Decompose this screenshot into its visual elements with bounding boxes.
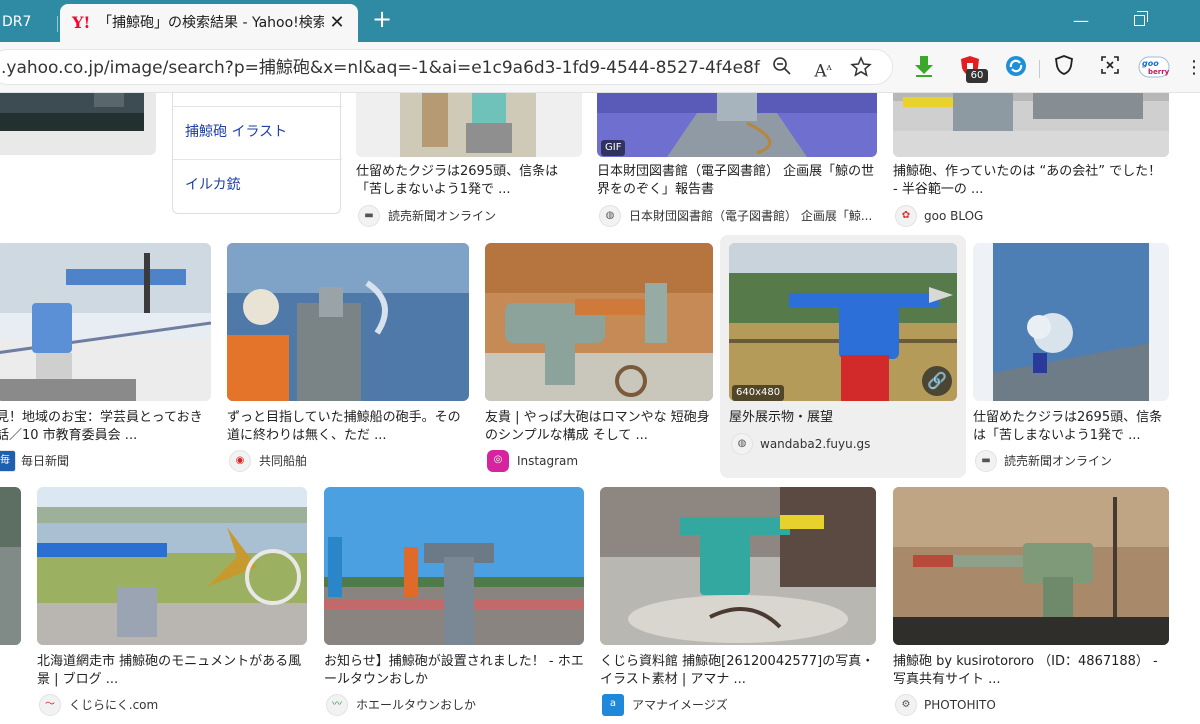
tab-strip: DR7 Y! 「捕鯨砲」の検索結果 - Yahoo!検索 ✕ + —	[0, 0, 1200, 42]
result-caption[interactable]: ずっと目指していた捕鯨船の砲手。その道に終わりは無く、ただ ...	[227, 409, 469, 445]
result-source[interactable]: アマナイメージズ	[632, 695, 868, 715]
related-searches-panel: 捕鯨砲 イラスト イルカ銃	[172, 93, 342, 214]
result-image-harpoon-statue[interactable]	[356, 93, 582, 157]
result-source[interactable]: 共同船舶	[259, 451, 459, 471]
result-source[interactable]: goo BLOG	[924, 206, 1164, 226]
result-image-partial-left[interactable]	[0, 487, 21, 645]
globe-icon: ◍	[731, 433, 753, 455]
screenshot-icon[interactable]	[1096, 54, 1124, 82]
result-caption[interactable]: 見！地域のお宝：学芸員とっておき話／10 市教育委員会 ...	[0, 409, 211, 445]
result-source[interactable]: Instagram	[517, 451, 707, 471]
address-bar[interactable]: .yahoo.co.jp/image/search?p=捕鯨砲&x=nl&aq=…	[0, 49, 893, 85]
close-tab-icon[interactable]: ✕	[326, 12, 348, 34]
result-caption[interactable]: 屋外展示物・展望	[729, 409, 957, 427]
minimize-button[interactable]: —	[1058, 4, 1104, 38]
sync-extension-icon[interactable]	[1002, 54, 1030, 82]
new-tab-button[interactable]: +	[368, 6, 396, 34]
whaletown-icon: 〰	[326, 694, 348, 716]
result-image-ship-partial[interactable]	[0, 93, 156, 155]
url-text[interactable]: .yahoo.co.jp/image/search?p=捕鯨砲&x=nl&aq=…	[1, 57, 761, 79]
yomiuri-icon: ▬	[358, 205, 380, 227]
zoom-icon[interactable]	[770, 56, 794, 80]
result-caption[interactable]: 仕留めたクジラは2695頭、信条は「苦しまないよう1発で ...	[356, 163, 582, 199]
svg-text:berry: berry	[1148, 68, 1170, 76]
result-caption[interactable]: 日本財団図書館（電子図書館） 企画展「鯨の世界をのぞく」報告書	[597, 163, 877, 199]
result-source[interactable]: ホエールタウンおしか	[356, 695, 576, 715]
photohito-icon: ⚙	[895, 694, 917, 716]
result-image-museum-gif[interactable]	[597, 93, 877, 157]
amana-icon: a	[602, 694, 624, 716]
related-divider	[173, 159, 342, 160]
yahoo-favicon-icon: Y!	[72, 13, 91, 32]
gif-badge: GIF	[601, 140, 626, 156]
result-source[interactable]: 毎日新聞	[21, 451, 201, 471]
result-caption[interactable]: お知らせ】捕鯨砲が設置されました！ - ホエールタウンおしか	[324, 653, 584, 689]
result-source[interactable]: PHOTOHITO	[924, 695, 1164, 715]
kyodo-senpaku-icon: ◉	[229, 450, 251, 472]
result-image-kushiro-harpoon[interactable]	[893, 487, 1169, 645]
result-image-gunner-sea[interactable]	[227, 243, 469, 401]
result-caption[interactable]: 捕鯨砲 by kusirotororo （ID：4867188） - 写真共有サ…	[893, 653, 1169, 689]
result-source[interactable]: 読売新聞オンライン	[388, 206, 578, 226]
goo-blog-icon: ✿	[895, 205, 917, 227]
read-aloud-icon[interactable]: Aʌ	[811, 56, 835, 82]
extension-count-badge: 60	[966, 69, 988, 83]
result-caption[interactable]: 友貴 | やっぱ大砲はロマンやな 短砲身のシンプルな構成 そして ...	[485, 409, 713, 445]
tab-title: 「捕鯨砲」の検索結果 - Yahoo!検索	[98, 15, 324, 31]
tab-previous[interactable]: DR7	[0, 6, 58, 42]
result-image-abashiri-monument[interactable]	[37, 487, 307, 645]
result-caption[interactable]: 捕鯨砲、作っていたのは “あの会社” でした！ - 半谷範一の ...	[893, 163, 1169, 199]
mainichi-icon: 毎	[0, 450, 16, 472]
tab-active[interactable]: Y! 「捕鯨砲」の検索結果 - Yahoo!検索 ✕	[60, 4, 358, 42]
result-image-ship-firing[interactable]	[973, 243, 1169, 401]
favorite-star-icon[interactable]	[849, 56, 873, 80]
instagram-icon: ◎	[487, 450, 509, 472]
result-image-harpoon-indoor[interactable]	[893, 93, 1169, 157]
svg-text:goo: goo	[1142, 59, 1159, 68]
more-menu-icon[interactable]: ⋮	[1180, 54, 1200, 82]
related-link-illust[interactable]: 捕鯨砲 イラスト	[185, 112, 335, 152]
download-arrow-icon[interactable]	[910, 54, 938, 82]
result-image-green-cannon-indoor[interactable]	[485, 243, 713, 401]
result-caption[interactable]: くじら資料館 捕鯨砲[26120042577]の写真・イラスト素材 | アマナ …	[600, 653, 876, 689]
result-source[interactable]: 読売新聞オンライン	[1004, 451, 1174, 471]
result-caption[interactable]: 北海道網走市 捕鯨砲のモニュメントがある風景 | ブログ ...	[37, 653, 307, 689]
goo-berry-icon[interactable]: goo berry	[1138, 54, 1170, 82]
yomiuri-icon: ▬	[975, 450, 997, 472]
shield-icon[interactable]	[1050, 54, 1078, 82]
toolbar-divider	[1039, 60, 1040, 78]
link-icon[interactable]: 🔗	[922, 366, 952, 396]
result-caption[interactable]: 仕留めたクジラは2695頭、信条は「苦しまないよう1発で ...	[973, 409, 1169, 445]
browser-toolbar: .yahoo.co.jp/image/search?p=捕鯨砲&x=nl&aq=…	[0, 42, 1200, 93]
restore-button[interactable]	[1116, 4, 1162, 38]
result-source[interactable]: wandaba2.fuyu.gs	[760, 434, 950, 454]
image-results-page: 捕鯨砲 イラスト イルカ銃 仕留めたクジラは2695頭、信条は「苦しまないよう1…	[0, 93, 1200, 724]
globe-icon: ◍	[599, 205, 621, 227]
result-image-whaletown-cannon[interactable]	[324, 487, 584, 645]
result-image-blue-harpoon-snow[interactable]	[0, 243, 211, 401]
kujiraniku-icon: 〜	[39, 694, 61, 716]
result-source[interactable]: 日本財団図書館（電子図書館） 企画展「鯨...	[629, 206, 871, 226]
image-size-badge: 640x480	[732, 385, 785, 401]
tab-previous-label: DR7	[2, 14, 32, 30]
result-source[interactable]: くじらにく.com	[69, 695, 289, 715]
related-link-iruka[interactable]: イルカ銃	[185, 165, 335, 205]
result-image-museum-green-harpoon[interactable]	[600, 487, 876, 645]
related-divider	[173, 106, 342, 107]
